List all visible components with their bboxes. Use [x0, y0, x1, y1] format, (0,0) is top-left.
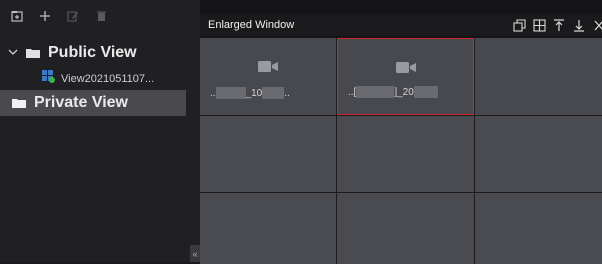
video-cell[interactable]	[475, 193, 602, 264]
close-icon[interactable]	[592, 18, 602, 32]
window-title: Enlarged Window	[208, 19, 295, 31]
grid-layout-icon[interactable]	[532, 18, 546, 32]
view-item-label: View2021051107...	[61, 73, 155, 85]
edit-icon[interactable]	[66, 9, 80, 23]
live-view-area: Enlarged Window .. _10 .. ..[]_20	[200, 0, 602, 264]
view-tree-panel: Public View View2021051107... Private Vi…	[0, 0, 200, 262]
header-toolbar	[512, 18, 602, 32]
camera-icon	[258, 60, 278, 78]
plus-icon[interactable]	[38, 9, 52, 23]
tree-toolbar	[0, 0, 200, 32]
tree-view-item[interactable]: View2021051107...	[0, 68, 190, 90]
camera-name-label: ..[ ]_20	[348, 84, 467, 100]
redacted-text	[215, 87, 246, 99]
delete-icon[interactable]	[94, 9, 108, 23]
video-cell[interactable]	[200, 116, 336, 192]
folder-icon	[26, 47, 40, 59]
window-header: Enlarged Window	[200, 14, 602, 36]
video-cell[interactable]	[475, 116, 602, 192]
restore-window-icon[interactable]	[512, 18, 526, 32]
chevron-down-icon[interactable]	[8, 48, 18, 59]
camera-icon	[395, 61, 416, 79]
camera-name-label: .. _10 ..	[210, 87, 290, 99]
video-grid: .. _10 .. ..[ ]_20	[200, 38, 602, 264]
collapse-panel-button[interactable]: «	[190, 245, 200, 262]
folder-icon	[12, 97, 26, 109]
view-layout-icon	[42, 70, 55, 88]
video-cell[interactable]	[475, 38, 602, 115]
pin-top-icon[interactable]	[552, 18, 566, 32]
redacted-text	[262, 87, 285, 99]
private-view-group[interactable]: Private View	[0, 90, 186, 116]
video-cell[interactable]	[337, 193, 474, 264]
video-cell[interactable]	[200, 193, 336, 264]
private-view-label: Private View	[34, 94, 128, 111]
redacted-text	[413, 86, 438, 98]
video-cell-selected[interactable]: ..[ ]_20	[337, 38, 474, 115]
add-folder-icon[interactable]	[10, 9, 24, 23]
public-view-label: Public View	[48, 44, 137, 61]
redacted-text	[356, 86, 395, 98]
download-icon[interactable]	[572, 18, 586, 32]
video-cell[interactable]: .. _10 ..	[200, 38, 336, 115]
video-cell[interactable]	[337, 116, 474, 192]
public-view-group[interactable]: Public View	[0, 40, 190, 66]
